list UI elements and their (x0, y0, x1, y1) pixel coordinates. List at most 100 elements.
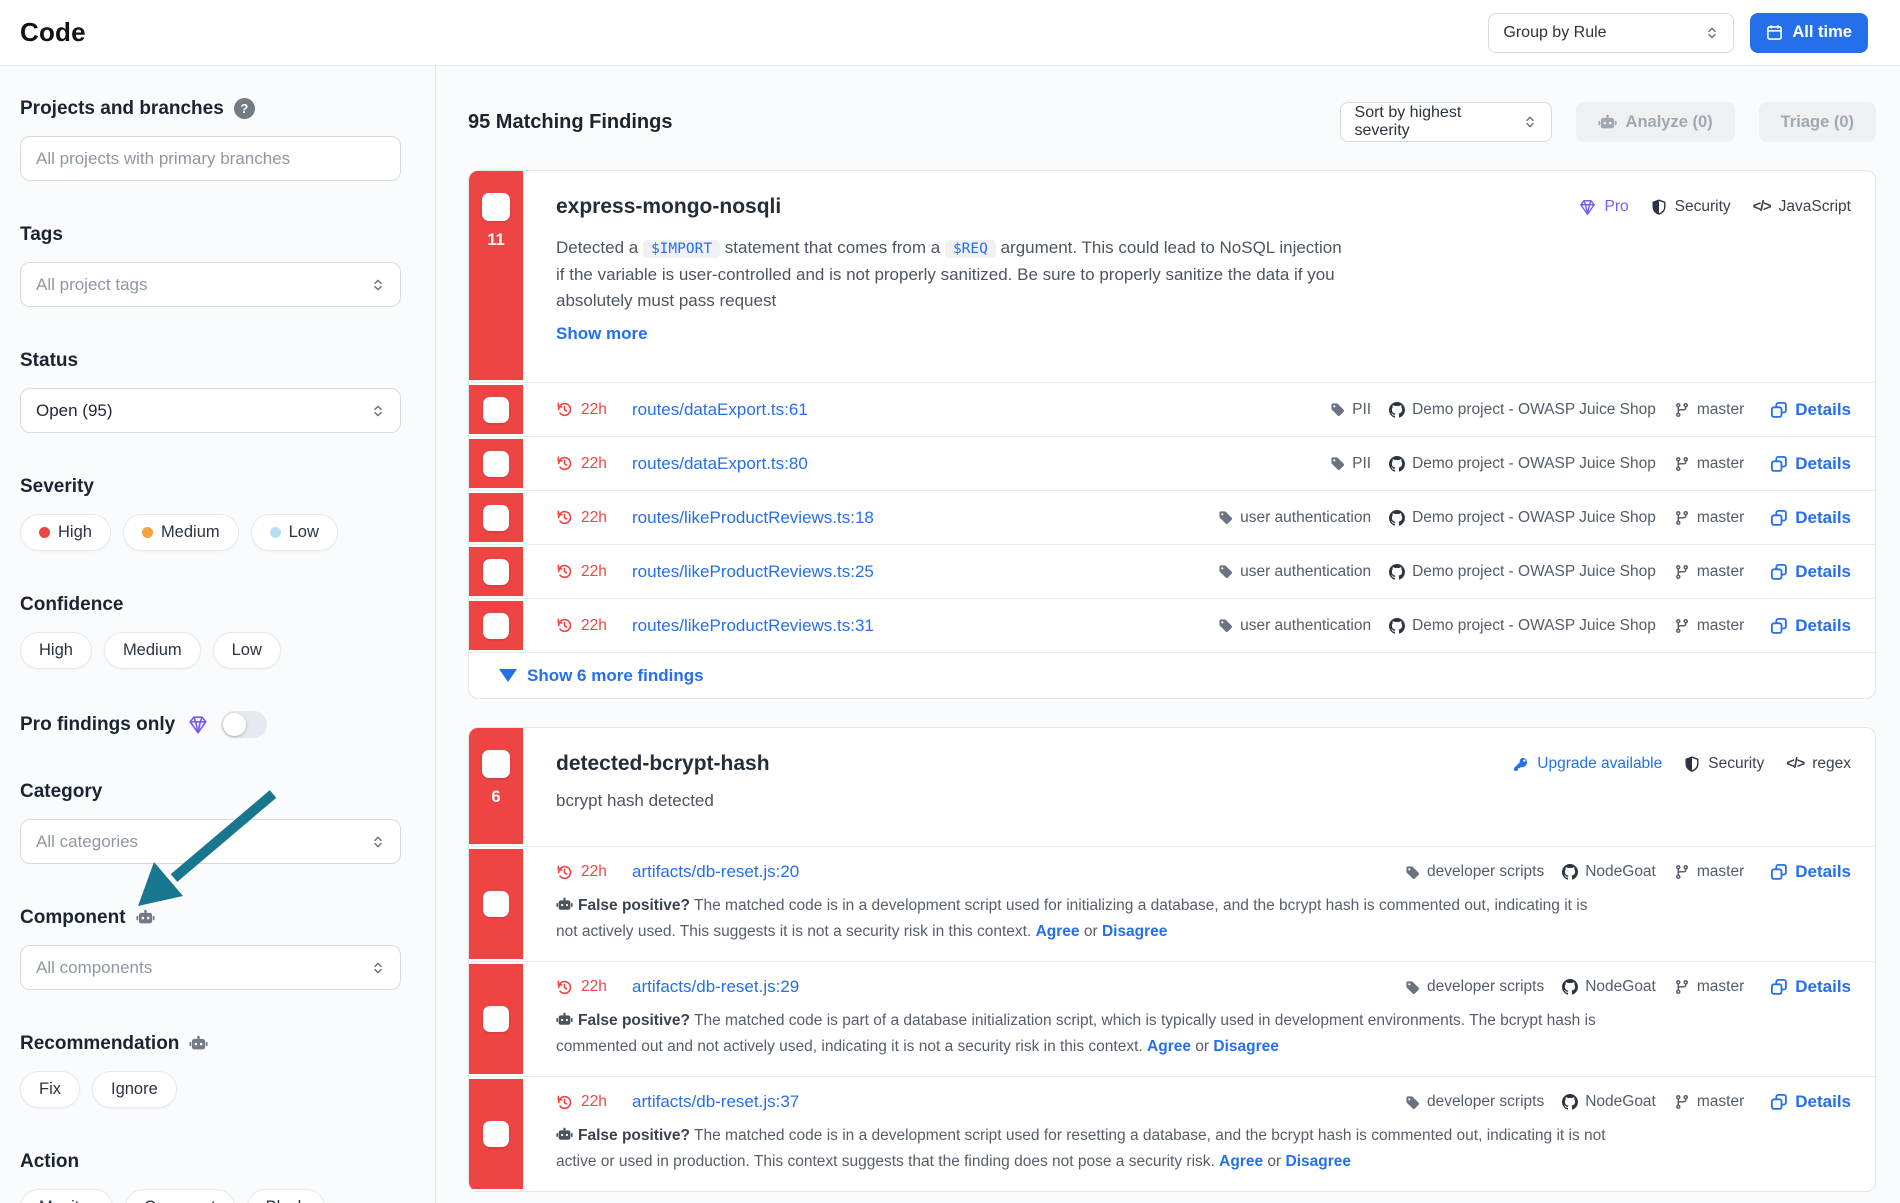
projects-input[interactable] (20, 136, 401, 181)
finding-row: 22h routes/likeProductReviews.ts:31 user… (469, 598, 1875, 652)
row-checkbox[interactable] (483, 505, 509, 531)
gem-icon (187, 714, 209, 736)
filter-pill[interactable]: High (20, 514, 111, 551)
finding-file-link[interactable]: artifacts/db-reset.js:29 (632, 977, 799, 997)
finding-file-link[interactable]: routes/likeProductReviews.ts:25 (632, 562, 874, 582)
tag-icon (1405, 980, 1420, 995)
disagree-link[interactable]: Disagree (1213, 1038, 1278, 1055)
category-badge: Security (1684, 755, 1764, 773)
details-button[interactable]: Details (1770, 454, 1851, 474)
pro-findings-toggle[interactable] (221, 711, 267, 738)
row-checkbox[interactable] (483, 1006, 509, 1032)
rule-title: express-mongo-nosqli (556, 193, 781, 221)
agree-link[interactable]: Agree (1036, 923, 1080, 940)
details-button[interactable]: Details (1770, 977, 1851, 997)
github-icon (1389, 618, 1405, 634)
pill-label: Monitor (39, 1198, 94, 1203)
details-button[interactable]: Details (1770, 862, 1851, 882)
details-button[interactable]: Details (1770, 400, 1851, 420)
code-icon: </> (1786, 756, 1804, 772)
finding-file-link[interactable]: routes/dataExport.ts:61 (632, 400, 808, 420)
tag-icon (1218, 618, 1233, 633)
finding-row: 22h routes/dataExport.ts:80 PII Demo pro… (469, 436, 1875, 490)
row-checkbox[interactable] (483, 1121, 509, 1147)
show-more-link[interactable]: Show more (556, 324, 648, 344)
category-select[interactable]: All categories (20, 819, 401, 864)
finding-file-link[interactable]: artifacts/db-reset.js:37 (632, 1092, 799, 1112)
chevron-updown-icon (371, 278, 385, 292)
finding-age: 22h (556, 978, 632, 996)
finding-file-link[interactable]: routes/likeProductReviews.ts:18 (632, 508, 874, 528)
finding-row: 22h routes/likeProductReviews.ts:18 user… (469, 490, 1875, 544)
ai-analysis-text: False positive? The matched code is in a… (556, 893, 1611, 945)
finding-tag: developer scripts (1405, 1093, 1544, 1111)
row-checkbox[interactable] (483, 613, 509, 639)
finding-age: 22h (556, 617, 632, 635)
card-footer: Show 6 more findings (469, 652, 1875, 698)
recommendation-pills: Fix Ignore (20, 1071, 403, 1108)
action-label: Action (20, 1150, 403, 1173)
history-icon (556, 864, 573, 881)
help-icon[interactable]: ? (234, 98, 255, 119)
details-button[interactable]: Details (1770, 616, 1851, 636)
row-checkbox[interactable] (483, 559, 509, 585)
card-checkbox[interactable] (482, 750, 510, 778)
row-checkbox[interactable] (483, 451, 509, 477)
disagree-link[interactable]: Disagree (1286, 1153, 1351, 1170)
finding-branch: master (1674, 1093, 1744, 1111)
branch-icon (1674, 979, 1690, 995)
disagree-link[interactable]: Disagree (1102, 923, 1167, 940)
pill-label: High (39, 641, 73, 660)
filter-pill[interactable]: Ignore (92, 1071, 177, 1108)
finding-project: Demo project - OWASP Juice Shop (1389, 563, 1656, 581)
details-button[interactable]: Details (1770, 562, 1851, 582)
filter-pill[interactable]: Block (247, 1189, 325, 1203)
agree-link[interactable]: Agree (1219, 1153, 1263, 1170)
filter-pill[interactable]: High (20, 632, 92, 669)
group-by-select[interactable]: Group by Rule (1488, 13, 1734, 53)
chevron-updown-icon (371, 835, 385, 849)
finding-file-link[interactable]: routes/dataExport.ts:80 (632, 454, 808, 474)
filter-pill[interactable]: Monitor (20, 1189, 113, 1203)
tags-select[interactable]: All project tags (20, 262, 401, 307)
details-button[interactable]: Details (1770, 508, 1851, 528)
history-icon (556, 617, 573, 634)
component-select[interactable]: All components (20, 945, 401, 990)
filter-pill[interactable]: Low (213, 632, 281, 669)
triage-button[interactable]: Triage (0) (1759, 102, 1876, 142)
agree-link[interactable]: Agree (1147, 1038, 1191, 1055)
all-time-label: All time (1792, 23, 1852, 42)
finding-branch: master (1674, 978, 1744, 996)
analyze-button[interactable]: Analyze (0) (1576, 102, 1735, 142)
code-icon: </> (1753, 199, 1771, 215)
code-chip: $IMPORT (643, 240, 720, 258)
finding-file-link[interactable]: routes/likeProductReviews.ts:31 (632, 616, 874, 636)
severity-strip (469, 439, 523, 488)
tags-section: Tags All project tags (20, 223, 403, 307)
filter-pill[interactable]: Comment (125, 1189, 235, 1203)
severity-strip: 11 (469, 171, 523, 380)
show-more-findings-link[interactable]: Show 6 more findings (527, 666, 704, 686)
upgrade-available-link[interactable]: Upgrade available (1512, 755, 1662, 773)
filter-pill[interactable]: Medium (104, 632, 201, 669)
details-button[interactable]: Details (1770, 1092, 1851, 1112)
filter-pill[interactable]: Low (251, 514, 338, 551)
tag-icon (1405, 865, 1420, 880)
finding-age: 22h (556, 863, 632, 881)
confidence-label: Confidence (20, 593, 403, 616)
card-checkbox[interactable] (482, 193, 510, 221)
all-time-button[interactable]: All time (1750, 13, 1868, 53)
row-checkbox[interactable] (483, 891, 509, 917)
filter-pill[interactable]: Medium (123, 514, 239, 551)
status-select[interactable]: Open (95) (20, 388, 401, 433)
language-badge: </>regex (1786, 755, 1851, 773)
row-checkbox[interactable] (483, 397, 509, 423)
robot-icon (1598, 114, 1617, 131)
severity-dot-icon (142, 527, 153, 538)
finding-file-link[interactable]: artifacts/db-reset.js:20 (632, 862, 799, 882)
robot-icon (189, 1035, 208, 1052)
filter-pill[interactable]: Fix (20, 1071, 80, 1108)
severity-section: Severity High Medium Low (20, 475, 403, 551)
finding-branch: master (1674, 563, 1744, 581)
sort-select[interactable]: Sort by highest severity (1340, 102, 1552, 142)
